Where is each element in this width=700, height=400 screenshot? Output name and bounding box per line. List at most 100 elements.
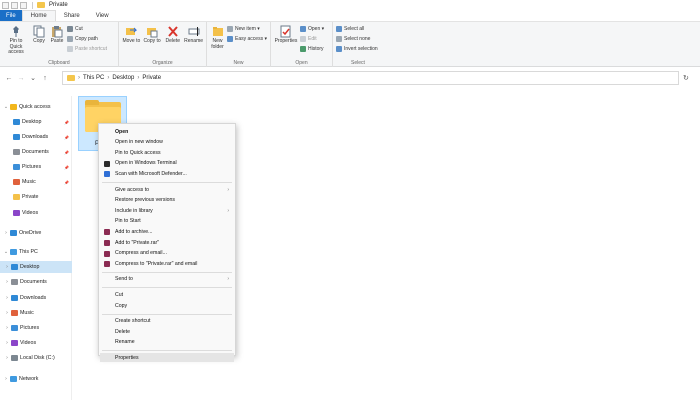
- quick-access-new-folder-icon[interactable]: [11, 1, 18, 9]
- nav-item-documents[interactable]: › Documents: [0, 276, 72, 288]
- menu-item-pin-to-start[interactable]: Pin to Start: [100, 217, 234, 226]
- nav-item-quick-access[interactable]: ⌄ Quick access: [0, 101, 72, 113]
- menu-item-label: Restore previous versions: [115, 197, 175, 204]
- organize-group: Move to Copy to Delete Rename Organize: [119, 22, 207, 67]
- nav-item-documents[interactable]: Documents 📌: [0, 146, 72, 158]
- menu-item-label: Properties: [115, 354, 139, 361]
- paste-icon: [51, 24, 64, 38]
- nav-item-downloads[interactable]: Downloads 📌: [0, 131, 72, 143]
- nav-item-pictures[interactable]: Pictures 📌: [0, 161, 72, 173]
- menu-item-open-in-windows-terminal[interactable]: Open in Windows Terminal: [100, 159, 234, 168]
- menu-item-pin-to-quick-access[interactable]: Pin to Quick access: [100, 148, 234, 157]
- title-separator: [32, 1, 33, 9]
- copy-path-button[interactable]: Copy path: [67, 35, 107, 43]
- address-bar[interactable]: › This PC › Desktop › Private: [62, 71, 679, 85]
- new-item-button[interactable]: New item ▾: [227, 25, 267, 33]
- quick-access-customize-icon[interactable]: [20, 1, 27, 9]
- nav-item-local-disk-c[interactable]: › Local Disk (C:): [0, 352, 72, 364]
- cut-button[interactable]: Cut: [67, 25, 107, 33]
- quick-access-properties-icon[interactable]: [2, 1, 9, 9]
- pin-icon: 📌: [64, 149, 69, 155]
- nav-item-music[interactable]: Music 📌: [0, 176, 72, 188]
- menu-separator: [102, 271, 232, 273]
- menu-item-properties[interactable]: Properties: [100, 353, 234, 363]
- nav-item-pictures[interactable]: › Pictures: [0, 322, 72, 334]
- nav-item-label: Quick access: [19, 104, 51, 110]
- tab-home[interactable]: Home: [21, 10, 56, 21]
- menu-item-copy[interactable]: Copy: [100, 301, 234, 310]
- select-none-button[interactable]: Select none: [336, 35, 378, 43]
- nav-item-network[interactable]: › Network: [0, 373, 72, 385]
- nav-item-videos[interactable]: › Videos: [0, 337, 72, 349]
- copy-path-label: Copy path: [75, 36, 98, 42]
- menu-item-rename[interactable]: Rename: [100, 338, 234, 347]
- menu-item-compress-and-email[interactable]: Compress and email...: [100, 249, 234, 258]
- nav-item-private[interactable]: Private: [0, 191, 72, 203]
- open-button[interactable]: Open ▾: [300, 25, 324, 33]
- up-button[interactable]: ↑: [39, 75, 51, 82]
- pictures-icon: [13, 164, 20, 170]
- breadcrumb-desktop[interactable]: Desktop: [112, 75, 134, 81]
- tab-share[interactable]: Share: [56, 10, 88, 21]
- download-icon: [13, 134, 20, 140]
- invert-selection-button[interactable]: Invert selection: [336, 45, 378, 53]
- nav-item-desktop[interactable]: Desktop 📌: [0, 116, 72, 128]
- nav-item-this-pc[interactable]: ⌄ This PC: [0, 246, 72, 258]
- copy-to-label: Copy to: [143, 38, 161, 44]
- expand-chevron-icon[interactable]: ›: [3, 376, 9, 382]
- menu-item-label: Add to archive...: [115, 228, 153, 235]
- winrar-icon: [104, 250, 110, 257]
- forward-button[interactable]: →: [15, 75, 27, 82]
- breadcrumb-this-pc[interactable]: This PC: [83, 75, 104, 81]
- pictures-icon: [11, 325, 18, 331]
- menu-item-give-access-to[interactable]: Give access to ›: [100, 185, 234, 194]
- recent-locations-button[interactable]: ⌄: [27, 74, 39, 82]
- tab-file[interactable]: File: [0, 10, 22, 21]
- back-button[interactable]: ←: [3, 75, 15, 82]
- navigation-pane: ⌄ Quick access Desktop 📌 Downloads 📌 Documents…: [0, 96, 72, 400]
- cloud-icon: [10, 230, 17, 236]
- tab-view[interactable]: View: [88, 10, 117, 21]
- menu-item-create-shortcut[interactable]: Create shortcut: [100, 317, 234, 326]
- expand-chevron-icon[interactable]: ›: [4, 340, 10, 346]
- menu-item-open[interactable]: Open: [100, 127, 234, 136]
- expand-chevron-icon[interactable]: ›: [4, 264, 10, 270]
- nav-item-downloads[interactable]: › Downloads: [0, 292, 72, 304]
- menu-item-add-to-private-rar[interactable]: Add to "Private.rar": [100, 238, 234, 247]
- menu-item-delete[interactable]: Delete: [100, 327, 234, 336]
- breadcrumb-private[interactable]: Private: [142, 75, 161, 81]
- expand-chevron-icon[interactable]: ›: [3, 230, 9, 236]
- select-all-button[interactable]: Select all: [336, 25, 378, 33]
- paste-shortcut-label: Paste shortcut: [75, 46, 107, 52]
- expand-chevron-icon[interactable]: ›: [4, 310, 10, 316]
- easy-access-icon: [227, 36, 234, 42]
- expand-chevron-icon[interactable]: ⌄: [3, 104, 9, 110]
- menu-item-scan-with-microsoft-defender[interactable]: Scan with Microsoft Defender...: [100, 169, 234, 178]
- star-icon: [10, 104, 17, 110]
- menu-item-add-to-archive[interactable]: Add to archive...: [100, 227, 234, 236]
- menu-item-restore-previous-versions[interactable]: Restore previous versions: [100, 196, 234, 205]
- menu-item-include-in-library[interactable]: Include in library ›: [100, 206, 234, 215]
- winrar-icon: [104, 229, 110, 236]
- menu-item-label: Send to: [115, 276, 133, 283]
- menu-item-open-in-new-window[interactable]: Open in new window: [100, 138, 234, 147]
- paste-shortcut-button[interactable]: Paste shortcut: [67, 45, 107, 53]
- menu-item-compress-to-private-rar-and-email[interactable]: Compress to "Private.rar" and email: [100, 259, 234, 268]
- expand-chevron-icon[interactable]: ›: [4, 325, 10, 331]
- nav-item-desktop[interactable]: › Desktop: [0, 261, 72, 273]
- expand-chevron-icon[interactable]: ⌄: [3, 249, 9, 255]
- edit-button[interactable]: Edit: [300, 35, 324, 43]
- nav-item-music[interactable]: › Music: [0, 307, 72, 319]
- nav-item-label: Downloads: [20, 295, 47, 301]
- easy-access-button[interactable]: Easy access ▾: [227, 35, 267, 43]
- menu-item-cut[interactable]: Cut: [100, 290, 234, 299]
- history-button[interactable]: History: [300, 45, 324, 53]
- menu-item-send-to[interactable]: Send to ›: [100, 275, 234, 284]
- nav-item-videos[interactable]: Videos: [0, 207, 72, 219]
- nav-item-onedrive[interactable]: › OneDrive: [0, 227, 72, 239]
- refresh-button[interactable]: ↻: [683, 74, 689, 82]
- expand-chevron-icon[interactable]: ›: [4, 295, 10, 301]
- expand-chevron-icon[interactable]: ›: [4, 355, 10, 361]
- nav-item-label: Music: [20, 310, 34, 316]
- expand-chevron-icon[interactable]: ›: [4, 279, 10, 285]
